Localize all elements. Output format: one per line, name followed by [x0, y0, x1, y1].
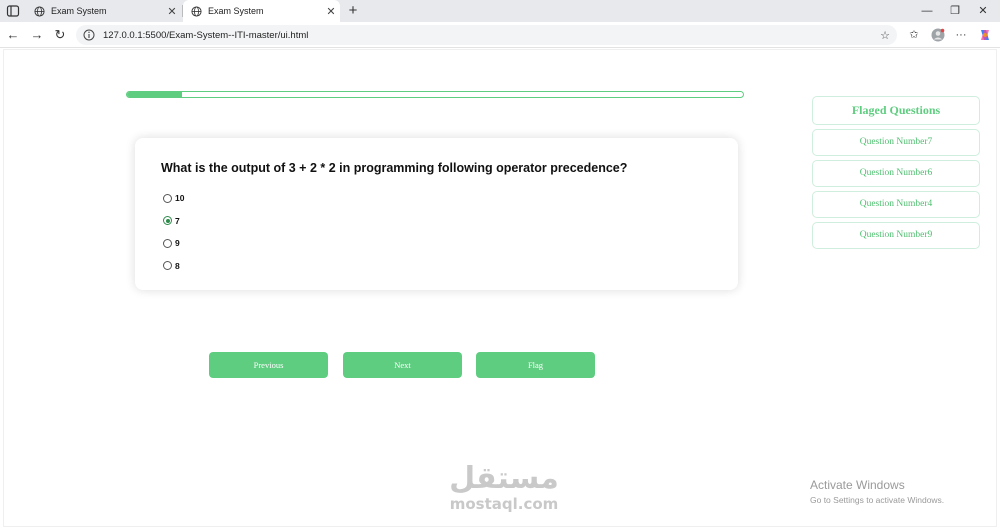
answer-option[interactable]: 8 — [163, 255, 184, 278]
activate-windows-title: Activate Windows — [810, 478, 905, 492]
tab-exam-system-1[interactable]: Exam System ✕ — [26, 0, 181, 22]
activate-windows-notice: Activate Windows Go to Settings to activ… — [810, 478, 944, 505]
flagged-questions-title: Flaged Questions — [812, 96, 980, 125]
globe-icon — [34, 5, 45, 17]
favorite-star-icon[interactable]: ☆ — [877, 29, 893, 42]
back-arrow-icon[interactable]: ← — [4, 26, 22, 44]
globe-icon — [191, 5, 202, 17]
mostaql-watermark: مستقل mostaql.com — [442, 461, 566, 513]
answer-label: 9 — [175, 238, 180, 249]
answer-label: 8 — [175, 260, 180, 271]
tab-exam-system-2[interactable]: Exam System ✕ — [183, 0, 340, 22]
page-content: What is the output of 3 + 2 * 2 in progr… — [3, 49, 997, 527]
answer-radio[interactable] — [163, 261, 172, 271]
flagged-question-item[interactable]: Question Number7 — [812, 129, 980, 156]
flagged-questions-panel: Flaged Questions Question Number7 Questi… — [812, 96, 980, 249]
tab-title: Exam System — [208, 6, 264, 16]
progress-bar — [126, 91, 744, 98]
answer-label: 10 — [175, 193, 185, 204]
watermark-latin-text: mostaql.com — [449, 495, 559, 513]
tab-title: Exam System — [51, 6, 107, 16]
answer-label: 7 — [175, 215, 180, 226]
activate-windows-subtitle: Go to Settings to activate Windows. — [810, 495, 945, 505]
address-bar: ← → ↻ 127.0.0.1:5500/Exam-System--ITI-ma… — [0, 22, 1000, 48]
watermark-arabic-text: مستقل — [449, 461, 559, 496]
answer-radio[interactable] — [163, 216, 172, 226]
close-window-icon[interactable]: ✕ — [966, 0, 1000, 22]
question-card: What is the output of 3 + 2 * 2 in progr… — [135, 138, 738, 290]
close-icon[interactable]: ✕ — [163, 5, 181, 18]
flagged-question-item[interactable]: Question Number9 — [812, 222, 980, 249]
profile-avatar-icon[interactable] — [929, 26, 947, 44]
favorites-icon[interactable]: ✩ — [905, 26, 923, 44]
url-field[interactable]: 127.0.0.1:5500/Exam-System--ITI-master/u… — [76, 25, 897, 45]
answer-option[interactable]: 10 — [163, 187, 184, 210]
previous-button[interactable]: Previous — [209, 352, 328, 378]
new-tab-button[interactable]: + — [345, 2, 361, 20]
progress-fill — [127, 92, 183, 97]
tab-bar: Exam System ✕ Exam System ✕ + — ❐ ✕ — [0, 0, 1000, 22]
url-text: 127.0.0.1:5500/Exam-System--ITI-master/u… — [103, 29, 309, 41]
more-options-icon[interactable]: ··· — [952, 26, 970, 44]
close-icon[interactable]: ✕ — [322, 5, 340, 18]
answer-options: 10 7 9 8 — [163, 187, 184, 277]
refresh-icon[interactable]: ↻ — [51, 26, 69, 44]
answer-option[interactable]: 7 — [163, 210, 184, 233]
answer-option[interactable]: 9 — [163, 232, 184, 255]
flagged-question-item[interactable]: Question Number4 — [812, 191, 980, 218]
flagged-question-item[interactable]: Question Number6 — [812, 160, 980, 187]
answer-radio[interactable] — [163, 238, 172, 248]
copilot-icon[interactable] — [976, 26, 994, 44]
flag-button[interactable]: Flag — [476, 352, 595, 378]
answer-radio[interactable] — [163, 193, 172, 203]
tab-actions-icon[interactable] — [6, 4, 20, 18]
info-icon[interactable] — [83, 29, 95, 41]
next-button[interactable]: Next — [343, 352, 462, 378]
question-text: What is the output of 3 + 2 * 2 in progr… — [161, 161, 628, 175]
forward-arrow-icon[interactable]: → — [28, 26, 46, 44]
